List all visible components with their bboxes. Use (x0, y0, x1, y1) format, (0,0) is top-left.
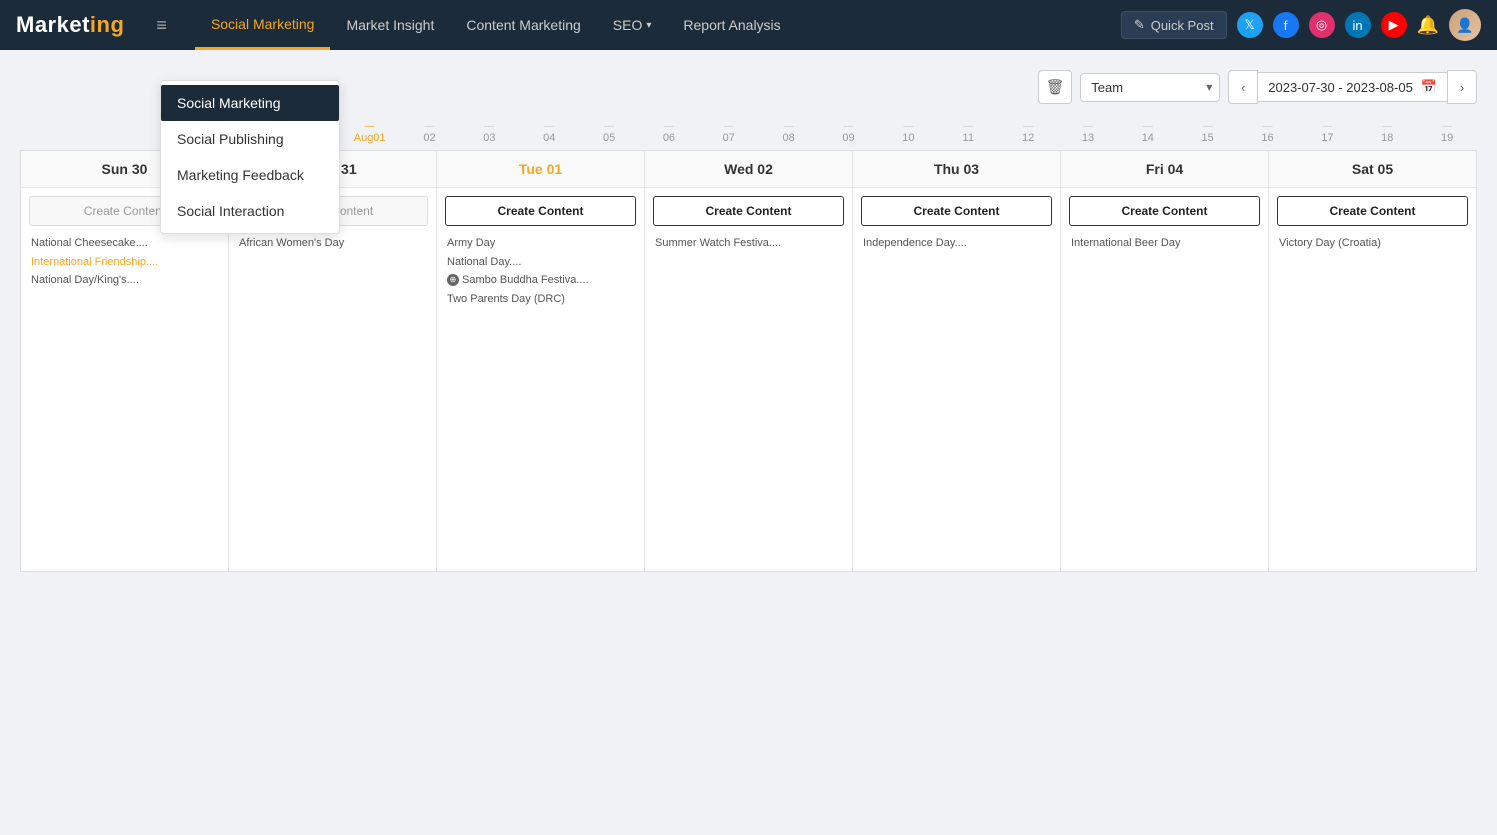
calendar-icon[interactable]: 📅 (1421, 79, 1437, 95)
timeline-15: 15 (1178, 120, 1238, 146)
linkedin-icon[interactable]: in (1345, 12, 1371, 38)
timeline-19: 19 (1417, 120, 1477, 146)
nav-right: ✎ Quick Post 𝕏 f ◎ in ▶ 🔔 👤 (1121, 9, 1481, 41)
avatar[interactable]: 👤 (1449, 9, 1481, 41)
twitter-icon[interactable]: 𝕏 (1237, 12, 1263, 38)
dropdown-item-social-publishing[interactable]: Social Publishing (161, 121, 339, 157)
timeline-08: 08 (759, 120, 819, 146)
timeline-aug01: Aug01 (340, 120, 400, 146)
sambo-icon: ⊕ (447, 274, 459, 286)
timeline-13: 13 (1058, 120, 1118, 146)
cal-body-wed02: Create Content Summer Watch Festiva.... (645, 188, 852, 568)
quick-post-button[interactable]: ✎ Quick Post (1121, 11, 1227, 39)
hamburger-icon[interactable]: ≡ (156, 15, 167, 36)
timeline-10: 10 (878, 120, 938, 146)
timeline-11: 11 (938, 120, 998, 146)
trash-button[interactable]: 🗑 (1038, 70, 1072, 104)
cal-col-sat05: Sat 05 Create Content Victory Day (Croat… (1269, 151, 1476, 571)
team-select[interactable]: Team My Team All Teams (1080, 73, 1220, 102)
timeline-12: 12 (998, 120, 1058, 146)
create-content-fri04[interactable]: Create Content (1069, 196, 1260, 226)
timeline-07: 07 (699, 120, 759, 146)
event-intl-beer-day: International Beer Day (1069, 234, 1260, 253)
cal-body-fri04: Create Content International Beer Day (1061, 188, 1268, 568)
nav-social-marketing[interactable]: Social Marketing (195, 0, 331, 50)
cal-body-sat05: Create Content Victory Day (Croatia) (1269, 188, 1476, 568)
timeline-18: 18 (1357, 120, 1417, 146)
nav-report-analysis[interactable]: Report Analysis (667, 0, 796, 50)
cal-header-sat05: Sat 05 (1269, 151, 1476, 188)
date-range-text: 2023-07-30 - 2023-08-05 (1268, 80, 1413, 95)
youtube-icon[interactable]: ▶ (1381, 12, 1407, 38)
timeline-03: 03 (459, 120, 519, 146)
cal-body-sun30: Create Content National Cheesecake.... I… (21, 188, 228, 568)
cal-body-mon31: Create Content African Women's Day (229, 188, 436, 568)
dropdown-menu: Social Marketing Social Publishing Marke… (160, 80, 340, 234)
create-content-sat05[interactable]: Create Content (1277, 196, 1468, 226)
event-summer-watch: Summer Watch Festiva.... (653, 234, 844, 253)
event-african-womens-day: African Women's Day (237, 234, 428, 253)
cal-col-thu03: Thu 03 Create Content Independence Day..… (853, 151, 1061, 571)
bell-icon[interactable]: 🔔 (1417, 15, 1439, 36)
cal-body-tue01: Create Content Army Day National Day....… (437, 188, 644, 568)
timeline-16: 16 (1238, 120, 1298, 146)
event-independence-day: Independence Day.... (861, 234, 1052, 253)
prev-date-button[interactable]: ‹ (1228, 70, 1258, 104)
pencil-icon: ✎ (1134, 17, 1145, 33)
cal-header-tue01: Tue 01 (437, 151, 644, 188)
timeline-17: 17 (1297, 120, 1357, 146)
instagram-icon[interactable]: ◎ (1309, 12, 1335, 38)
nav-links: Social Marketing Market Insight Content … (195, 0, 1097, 50)
dropdown-item-social-marketing[interactable]: Social Marketing (161, 85, 339, 121)
timeline-02: 02 (400, 120, 460, 146)
cal-header-thu03: Thu 03 (853, 151, 1060, 188)
create-content-thu03[interactable]: Create Content (861, 196, 1052, 226)
nav-market-insight[interactable]: Market Insight (330, 0, 450, 50)
timeline-04: 04 (519, 120, 579, 146)
timeline-06: 06 (639, 120, 699, 146)
nav-content-marketing[interactable]: Content Marketing (450, 0, 596, 50)
facebook-icon[interactable]: f (1273, 12, 1299, 38)
create-content-tue01[interactable]: Create Content (445, 196, 636, 226)
event-army-day: Army Day (445, 234, 636, 253)
event-victory-day-croatia: Victory Day (Croatia) (1277, 234, 1468, 253)
top-nav: Marketing ≡ Social Marketing Market Insi… (0, 0, 1497, 50)
chevron-down-icon: ▾ (646, 20, 651, 31)
timeline-09: 09 (819, 120, 879, 146)
cal-col-tue01: Tue 01 Create Content Army Day National … (437, 151, 645, 571)
cal-col-wed02: Wed 02 Create Content Summer Watch Festi… (645, 151, 853, 571)
cal-body-thu03: Create Content Independence Day.... (853, 188, 1060, 568)
logo: Marketing (16, 12, 124, 38)
cal-header-wed02: Wed 02 (645, 151, 852, 188)
event-two-parents-day: Two Parents Day (DRC) (445, 290, 636, 309)
create-content-wed02[interactable]: Create Content (653, 196, 844, 226)
event-intl-friendship: International Friendship.... (29, 253, 220, 272)
cal-header-fri04: Fri 04 (1061, 151, 1268, 188)
cal-col-fri04: Fri 04 Create Content International Beer… (1061, 151, 1269, 571)
event-national-cheesecake: National Cheesecake.... (29, 234, 220, 253)
dropdown-item-social-interaction[interactable]: Social Interaction (161, 193, 339, 229)
event-sambo-buddha: ⊕ Sambo Buddha Festiva.... (445, 271, 636, 290)
trash-icon: 🗑 (1046, 78, 1065, 96)
date-nav: ‹ 2023-07-30 - 2023-08-05 📅 › (1228, 70, 1477, 104)
event-national-day-kings: National Day/King's.... (29, 271, 220, 290)
dropdown-item-marketing-feedback[interactable]: Marketing Feedback (161, 157, 339, 193)
team-select-wrapper: Team My Team All Teams (1080, 73, 1220, 102)
timeline-14: 14 (1118, 120, 1178, 146)
timeline-05: 05 (579, 120, 639, 146)
event-national-day: National Day.... (445, 253, 636, 272)
next-date-button[interactable]: › (1447, 70, 1477, 104)
date-range-display: 2023-07-30 - 2023-08-05 📅 (1258, 72, 1447, 102)
nav-seo[interactable]: SEO ▾ (597, 0, 668, 50)
